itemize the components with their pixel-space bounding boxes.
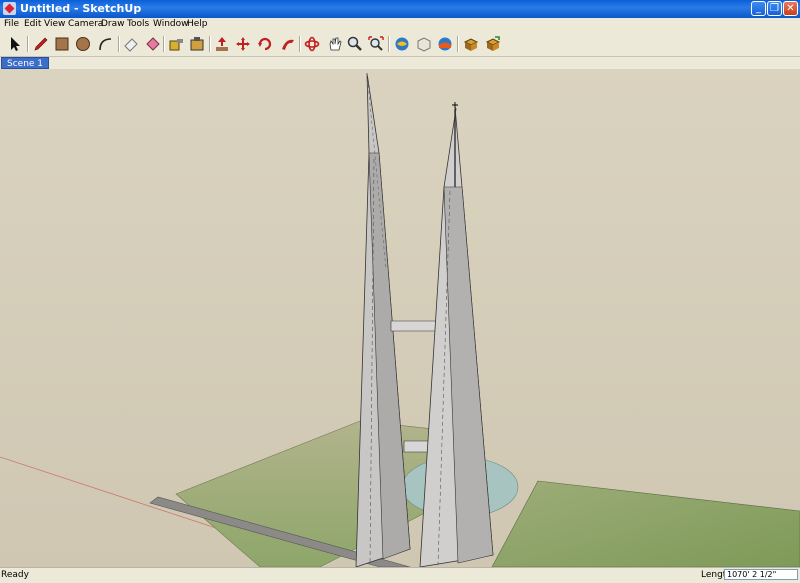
sketchup-app-icon: [3, 2, 16, 15]
maximize-button[interactable]: ❐: [767, 1, 782, 16]
menu-view[interactable]: View: [44, 19, 65, 29]
google-earth-icon[interactable]: [462, 35, 480, 53]
move-icon[interactable]: [234, 35, 252, 53]
eraser-icon[interactable]: [122, 35, 140, 53]
select-icon[interactable]: [6, 35, 24, 53]
menu-draw[interactable]: Draw: [101, 19, 125, 29]
circle-icon[interactable]: [74, 35, 92, 53]
rotate-icon[interactable]: [256, 35, 274, 53]
materials-icon[interactable]: [484, 35, 502, 53]
components-icon[interactable]: [415, 35, 433, 53]
menu-window[interactable]: Window: [153, 19, 189, 29]
close-button[interactable]: ✕: [783, 1, 798, 16]
window-title: Untitled - SketchUp: [20, 2, 142, 15]
main-toolbar: [0, 32, 800, 57]
arc-icon[interactable]: [96, 35, 114, 53]
length-input[interactable]: 1070' 2 1/2": [724, 569, 798, 580]
paint-bucket-icon[interactable]: [144, 35, 162, 53]
get-models-icon[interactable]: [393, 35, 411, 53]
status-bar: Ready Length 1070' 2 1/2": [0, 567, 800, 583]
zoom-extents-icon[interactable]: [367, 35, 385, 53]
menu-file[interactable]: File: [4, 19, 19, 29]
pan-icon[interactable]: [326, 35, 344, 53]
push-pull-icon[interactable]: [213, 35, 231, 53]
orbit-icon[interactable]: [303, 35, 321, 53]
follow-me-icon[interactable]: [279, 35, 297, 53]
menu-bar: File Edit View Camera Draw Tools Window …: [0, 18, 800, 32]
model-viewport[interactable]: [0, 69, 800, 567]
menu-camera[interactable]: Camera: [68, 19, 103, 29]
pencil-icon[interactable]: [32, 35, 50, 53]
share-model-icon[interactable]: [436, 35, 454, 53]
paint-icon[interactable]: [188, 35, 206, 53]
menu-edit[interactable]: Edit: [24, 19, 41, 29]
rectangle-icon[interactable]: [53, 35, 71, 53]
menu-help[interactable]: Help: [187, 19, 208, 29]
status-text: Ready: [1, 570, 29, 580]
model-canvas: [0, 69, 800, 567]
scene-tabs: Scene 1: [0, 57, 800, 69]
zoom-icon[interactable]: [346, 35, 364, 53]
menu-tools[interactable]: Tools: [127, 19, 149, 29]
minimize-button[interactable]: _: [751, 1, 766, 16]
tape-measure-icon[interactable]: [167, 35, 185, 53]
title-bar: Untitled - SketchUp _ ❐ ✕: [0, 0, 800, 18]
scene-tab[interactable]: Scene 1: [1, 57, 50, 69]
